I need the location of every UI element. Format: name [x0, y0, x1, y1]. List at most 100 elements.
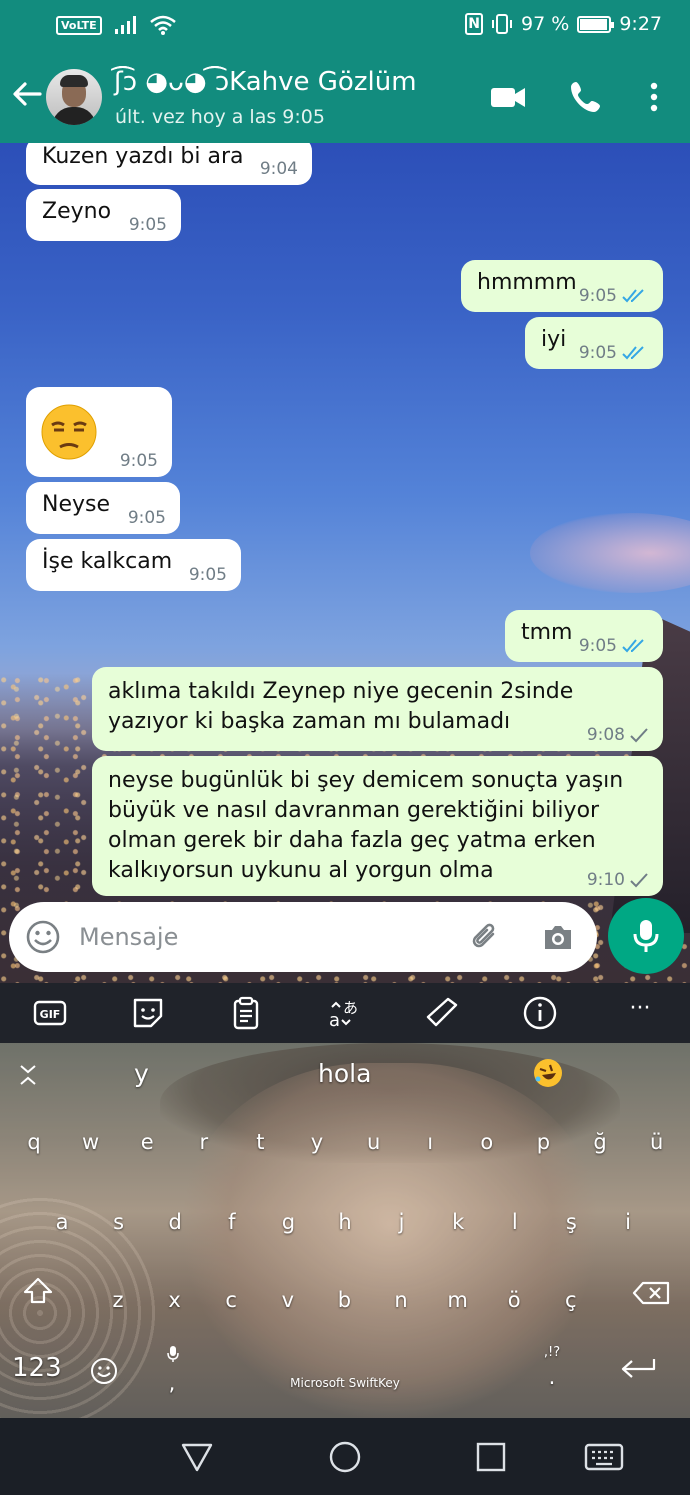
- nav-back-icon[interactable]: [180, 1440, 214, 1474]
- key-c[interactable]: c: [211, 1288, 251, 1312]
- keyboard-brand[interactable]: Microsoft SwiftKey: [0, 1376, 690, 1390]
- double-tick-read-icon: [622, 346, 644, 360]
- key-k[interactable]: k: [438, 1210, 478, 1234]
- key-g[interactable]: g: [268, 1210, 308, 1234]
- punctuation-hint: ,!?: [543, 1345, 561, 1360]
- period-key[interactable]: .: [532, 1365, 572, 1389]
- nav-home-icon[interactable]: [328, 1440, 362, 1474]
- key-t[interactable]: t: [240, 1130, 280, 1154]
- key-d[interactable]: d: [155, 1210, 195, 1234]
- key-s[interactable]: s: [99, 1210, 139, 1234]
- key-x[interactable]: x: [155, 1288, 195, 1312]
- message-bubble[interactable]: neyse bugünlük bi şey demicem sonuçta ya…: [92, 756, 663, 896]
- key-f[interactable]: f: [212, 1210, 252, 1234]
- attach-icon[interactable]: [469, 920, 503, 954]
- backspace-icon[interactable]: [632, 1281, 670, 1305]
- chat-area[interactable]: Kuzen yazdı bi ara 9:04 Zeyno 9:05 hmmmm…: [0, 143, 690, 983]
- phone-icon[interactable]: [568, 79, 604, 115]
- key-ş[interactable]: ş: [551, 1210, 591, 1234]
- avatar[interactable]: [46, 69, 102, 125]
- message-bubble[interactable]: aklıma takıldı Zeynep niye gecenin 2sind…: [92, 667, 663, 751]
- collapse-icon[interactable]: [16, 1063, 40, 1087]
- message-bubble[interactable]: tmm 9:05: [505, 610, 663, 662]
- battery-icon: [577, 15, 615, 33]
- key-j[interactable]: j: [382, 1210, 422, 1234]
- key-y[interactable]: y: [297, 1130, 337, 1154]
- message-bubble[interactable]: 9:05: [26, 387, 172, 477]
- key-ö[interactable]: ö: [494, 1288, 534, 1312]
- info-icon[interactable]: [522, 995, 558, 1031]
- rofl-emoji-icon[interactable]: [532, 1057, 564, 1089]
- voice-record-button[interactable]: [608, 898, 684, 974]
- key-ğ[interactable]: ğ: [580, 1130, 620, 1154]
- key-ç[interactable]: ç: [551, 1288, 591, 1312]
- message-time: 9:05: [128, 215, 167, 235]
- single-tick-icon: [630, 873, 648, 888]
- key-z[interactable]: z: [98, 1288, 138, 1312]
- sticker-icon[interactable]: [130, 995, 166, 1031]
- suggestion-1[interactable]: y: [134, 1059, 149, 1088]
- key-o[interactable]: o: [467, 1130, 507, 1154]
- key-m[interactable]: m: [438, 1288, 478, 1312]
- emoji-icon[interactable]: [25, 919, 61, 955]
- key-u[interactable]: u: [354, 1130, 394, 1154]
- key-l[interactable]: l: [495, 1210, 535, 1234]
- keyboard[interactable]: y hola qwertyuıopğü asdfghjklşi zxcvbnmö…: [0, 1043, 690, 1418]
- key-h[interactable]: h: [325, 1210, 365, 1234]
- suggestion-2[interactable]: hola: [318, 1059, 371, 1088]
- message-bubble[interactable]: İşe kalkcam 9:05: [26, 539, 241, 591]
- status-bar: VoLTE N 97 % 9:27: [0, 0, 690, 52]
- message-text: neyse bugünlük bi şey demicem sonuçta ya…: [108, 768, 624, 883]
- clipboard-icon[interactable]: [228, 995, 264, 1031]
- translate-icon[interactable]: a あ: [326, 995, 362, 1031]
- message-time: 9:10: [587, 870, 649, 890]
- key-r[interactable]: r: [184, 1130, 224, 1154]
- key-q[interactable]: q: [14, 1130, 54, 1154]
- message-bubble[interactable]: Kuzen yazdı bi ara 9:04: [26, 143, 312, 185]
- svg-text:GIF: GIF: [40, 1008, 61, 1021]
- key-a[interactable]: a: [42, 1210, 82, 1234]
- keyboard-toolbar: GIF a あ ···: [0, 983, 690, 1043]
- vibrate-icon: [491, 13, 513, 35]
- message-bubble[interactable]: Zeyno 9:05: [26, 189, 181, 241]
- shift-icon[interactable]: [22, 1276, 54, 1306]
- chat-header: ʃ͡͡ᴐ ◕ᴗ◕ ͡͡ᴐKahve Gözlüm últ. vez hoy a …: [0, 55, 690, 143]
- svg-text:a: a: [329, 1010, 340, 1031]
- key-v[interactable]: v: [268, 1288, 308, 1312]
- back-arrow-icon[interactable]: [10, 77, 44, 111]
- key-e[interactable]: e: [127, 1130, 167, 1154]
- message-input[interactable]: Mensaje: [79, 923, 178, 951]
- nfc-icon: N: [465, 13, 484, 35]
- key-b[interactable]: b: [324, 1288, 364, 1312]
- message-bubble[interactable]: iyi 9:05: [525, 317, 663, 369]
- key-i[interactable]: i: [608, 1210, 648, 1234]
- message-time: 9:04: [259, 159, 298, 179]
- svg-text:あ: あ: [343, 999, 358, 1017]
- key-n[interactable]: n: [381, 1288, 421, 1312]
- more-options-icon[interactable]: [636, 79, 672, 115]
- message-time: 9:05: [579, 286, 649, 306]
- message-time: 9:05: [119, 451, 158, 471]
- key-ı[interactable]: ı: [410, 1130, 450, 1154]
- enter-icon[interactable]: [618, 1355, 658, 1385]
- message-text: İşe kalkcam: [42, 549, 173, 574]
- top-bar: VoLTE N 97 % 9:27 ʃ͡͡ᴐ ◕ᴗ◕ ͡͡ᴐKahve Gözl…: [0, 0, 690, 143]
- key-w[interactable]: w: [71, 1130, 111, 1154]
- clock: 9:27: [619, 13, 662, 35]
- message-text: hmmmm: [477, 270, 577, 295]
- key-p[interactable]: p: [523, 1130, 563, 1154]
- camera-icon[interactable]: [541, 920, 575, 954]
- gif-icon[interactable]: GIF: [32, 995, 68, 1031]
- message-input-bar[interactable]: Mensaje: [9, 902, 597, 972]
- handwriting-icon[interactable]: [424, 995, 460, 1031]
- nav-recents-icon[interactable]: [474, 1440, 508, 1474]
- video-call-icon[interactable]: [490, 79, 526, 115]
- message-bubble[interactable]: hmmmm 9:05: [461, 260, 663, 312]
- message-bubble[interactable]: Neyse 9:05: [26, 482, 180, 534]
- contact-name[interactable]: ʃ͡͡ᴐ ◕ᴗ◕ ͡͡ᴐKahve Gözlüm: [114, 67, 417, 97]
- key-ü[interactable]: ü: [637, 1130, 677, 1154]
- wifi-icon: [149, 15, 176, 35]
- more-icon[interactable]: ···: [622, 995, 658, 1031]
- signal-icon: [114, 16, 136, 34]
- keyboard-switch-icon[interactable]: [584, 1440, 624, 1474]
